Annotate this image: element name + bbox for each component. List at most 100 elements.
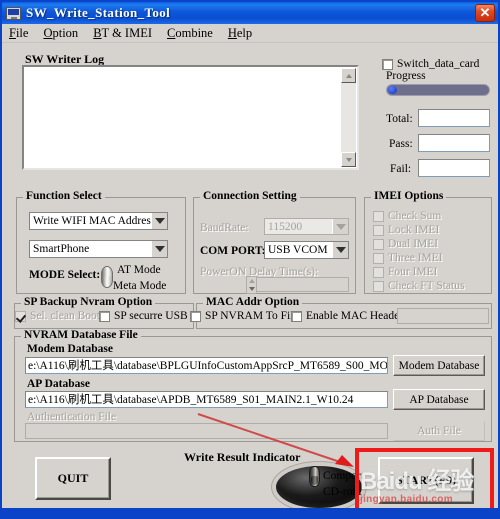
quit-button[interactable]: QUIT [35, 457, 111, 500]
mac-header-field[interactable] [397, 308, 489, 324]
function-combo[interactable]: Write WIFI MAC Address [29, 212, 168, 230]
mac-addr-option-label: MAC Addr Option [203, 296, 303, 308]
checkbox-label: Sel. clean Boot [30, 310, 100, 322]
menu-item-option[interactable]: Option [36, 25, 86, 42]
poweron-delay-spinner [246, 276, 257, 294]
log-scrollbar[interactable] [341, 68, 356, 167]
checkbox-box [99, 310, 110, 322]
cdrom-switch-label: CD-rom [323, 486, 362, 498]
pass-label: Pass: [389, 138, 413, 150]
meta-mode-label: Meta Mode [113, 280, 167, 292]
checkbox-label: Enable MAC Header [306, 310, 404, 322]
window-controls: ✕ [475, 4, 498, 22]
quit-button-label: QUIT [57, 471, 89, 485]
menu-item-help[interactable]: Help [221, 25, 260, 42]
checkbox-box [373, 266, 384, 278]
write-result-indicator-label: Write Result Indicator [184, 450, 301, 464]
progress-label: Progress [386, 70, 426, 82]
spinner-down-icon [247, 285, 256, 293]
window-title: SW_Write_Station_Tool [26, 5, 171, 20]
modem-database-button[interactable]: Modem Database [393, 355, 485, 376]
chevron-down-icon[interactable] [151, 213, 167, 229]
start-button-label: START(F9) [395, 473, 457, 487]
ap-database-path: e:\A116\刷机工具\database\APDB_MT6589_S01_MA… [28, 394, 354, 406]
checkbox-dual-imei: Dual IMEI [373, 238, 438, 250]
checkbox-box [373, 210, 384, 222]
menu-item-combine[interactable]: Combine [160, 25, 221, 42]
title-bar[interactable]: SW_Write_Station_Tool ✕ [2, 2, 498, 24]
at-mode-label: AT Mode [117, 264, 161, 276]
modem-database-label: Modem Database [27, 343, 113, 355]
authentication-file-label: Authentication File [27, 411, 117, 423]
checkbox-box [373, 280, 384, 292]
checkbox-box [291, 310, 302, 322]
mode-toggle-switch[interactable] [101, 266, 113, 288]
mode-select-label: MODE Select: [29, 269, 101, 281]
checkbox-check-ft-status: Check FT Status [373, 280, 464, 292]
menu-bar: FFileile Option BT & IMEI Combine Help [2, 24, 498, 43]
checkbox-label: SP securre USB [114, 310, 188, 322]
status-bar [2, 508, 498, 517]
total-label: Total: [386, 113, 413, 125]
comport-combo[interactable]: USB VCOM [264, 241, 349, 259]
ap-database-button-label: AP Database [409, 393, 469, 406]
imei-options-label: IMEI Options [371, 190, 447, 202]
device-combo-value: SmartPhone [33, 243, 90, 255]
poweron-delay-field [246, 277, 349, 292]
chevron-down-icon[interactable] [151, 241, 167, 257]
device-combo[interactable]: SmartPhone [29, 240, 168, 258]
auth-file-button-label: Auth File [417, 425, 461, 437]
checkbox-label: Check Sum [388, 210, 442, 222]
comport-label: COM PORT: [200, 245, 266, 257]
fail-field[interactable] [418, 159, 490, 177]
modem-database-path: e:\A116\刷机工具\database\BPLGUInfoCustomApp… [28, 360, 388, 372]
scroll-up-icon[interactable] [341, 68, 356, 83]
progress-fill [388, 86, 397, 94]
checkbox-label: Lock IMEI [388, 224, 440, 236]
checkbox-label: Four IMEI [388, 266, 438, 278]
modem-database-button-label: Modem Database [398, 359, 480, 372]
port-toggle-switch[interactable] [309, 466, 320, 487]
checkbox-label: SP NVRAM To File [205, 310, 299, 322]
checkbox-box [382, 58, 393, 70]
checkbox-enable-mac-header[interactable]: Enable MAC Header [291, 310, 403, 322]
spinner-up-icon [247, 277, 256, 285]
menu-item-bt-imei[interactable]: BT & IMEI [86, 25, 160, 42]
application-window: SW_Write_Station_Tool ✕ FFileile Option … [0, 0, 500, 519]
checkbox-box [373, 252, 384, 264]
function-combo-value: Write WIFI MAC Address [33, 215, 151, 227]
ap-database-label: AP Database [27, 378, 90, 390]
chevron-down-icon[interactable] [332, 242, 348, 258]
checkbox-box [373, 224, 384, 236]
baudrate-value: 115200 [268, 220, 303, 233]
fail-label: Fail: [390, 163, 412, 175]
scroll-down-icon[interactable] [341, 152, 356, 167]
switch-data-card-checkbox[interactable]: Switch_data_card [382, 58, 479, 70]
comport-value: USB VCOM [268, 244, 328, 256]
menu-item-file[interactable]: FFileile [2, 25, 36, 42]
baudrate-label: BaudRate: [200, 222, 249, 234]
log-textarea[interactable] [22, 65, 359, 170]
start-button[interactable]: START(F9) [378, 457, 474, 504]
checkbox-check-sum: Check Sum [373, 210, 441, 222]
checkbox-sel-clean-boot: Sel. clean Boot [15, 310, 100, 322]
ap-database-field[interactable]: e:\A116\刷机工具\database\APDB_MT6589_S01_MA… [25, 391, 388, 408]
modem-database-field[interactable]: e:\A116\刷机工具\database\BPLGUInfoCustomApp… [25, 357, 388, 374]
pass-field[interactable] [418, 134, 490, 152]
checkbox-lock-imei: Lock IMEI [373, 224, 439, 236]
close-icon[interactable]: ✕ [475, 4, 495, 22]
nvram-database-label: NVRAM Database File [21, 329, 141, 341]
checkbox-label: Three IMEI [388, 252, 443, 264]
total-field[interactable] [418, 109, 490, 127]
ap-database-button[interactable]: AP Database [393, 389, 485, 410]
function-select-label: Function Select [23, 190, 105, 202]
checkbox-box [190, 310, 201, 322]
connection-setting-label: Connection Setting [200, 190, 300, 202]
checkbox-sp-nvram-to-file[interactable]: SP NVRAM To File [190, 310, 298, 322]
computer-icon [6, 6, 21, 20]
checkbox-sp-secure-usb[interactable]: SP securre USB [99, 310, 188, 322]
progress-bar [386, 84, 490, 96]
checkbox-box [373, 238, 384, 250]
authentication-file-field [25, 423, 388, 439]
auth-file-button: Auth File [393, 421, 485, 441]
